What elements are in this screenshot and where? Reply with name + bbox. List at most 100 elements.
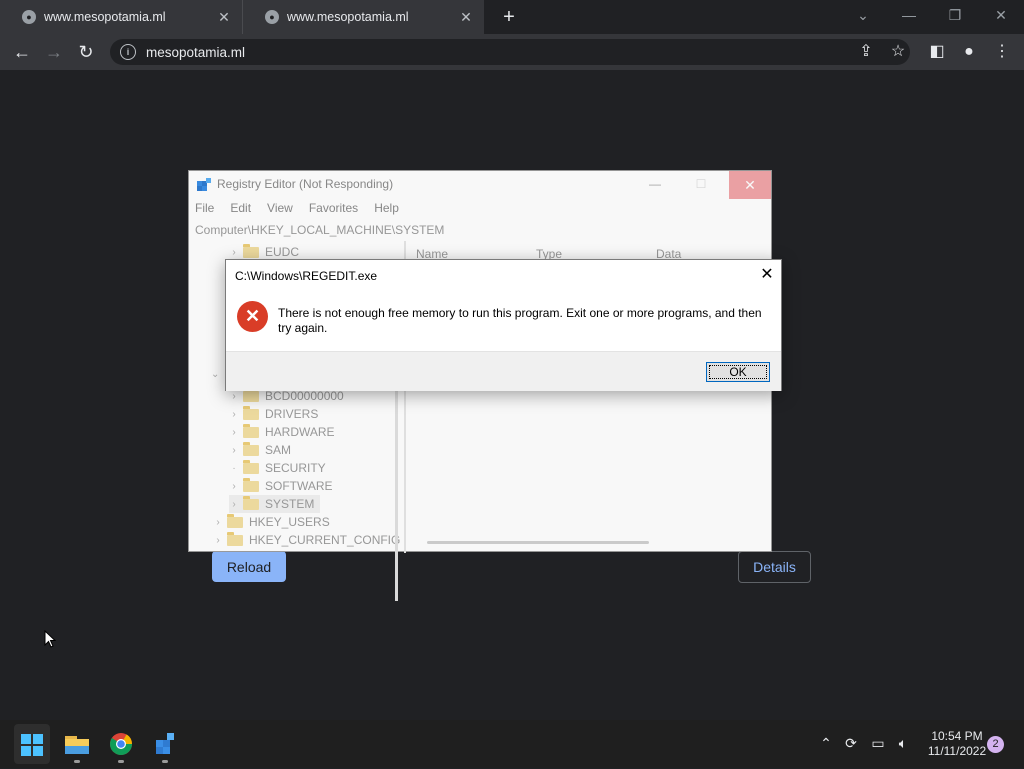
regedit-menubar: File Edit View Favorites Help — [189, 201, 771, 219]
folder-icon — [243, 423, 259, 438]
chevron-right-icon[interactable]: › — [229, 445, 239, 456]
dialog-message-line2: try again. — [278, 321, 328, 335]
chevron-right-icon[interactable]: › — [213, 535, 223, 546]
bookmark-star-icon[interactable]: ☆ — [887, 41, 909, 63]
chevron-right-icon[interactable]: › — [229, 391, 239, 402]
error-dialog: C:\Windows\REGEDIT.exe ✕ ✕ There is not … — [225, 259, 782, 391]
folder-icon — [243, 387, 259, 402]
details-button[interactable]: Details — [738, 551, 811, 583]
dialog-close-button[interactable]: ✕ — [756, 265, 778, 285]
tree-item-security[interactable]: · SECURITY — [229, 459, 326, 477]
tree-item-hkey-users[interactable]: › HKEY_USERS — [213, 513, 330, 531]
tree-item-label: HKEY_CURRENT_CONFIG — [249, 533, 401, 547]
menu-help[interactable]: Help — [374, 201, 399, 219]
folder-icon — [243, 243, 259, 258]
chevron-right-icon[interactable]: › — [213, 517, 223, 528]
regedit-icon — [156, 733, 174, 754]
tree-item-label: SAM — [265, 443, 292, 457]
chevron-right-icon[interactable]: › — [229, 481, 239, 492]
clock-date: 11/11/2022 — [927, 744, 987, 758]
tab-2[interactable]: ● www.mesopotamia.ml ✕ — [242, 0, 484, 34]
tab-title: www.mesopotamia.ml — [287, 10, 409, 24]
menu-edit[interactable]: Edit — [230, 201, 251, 219]
forward-icon[interactable]: → — [42, 41, 66, 63]
dialog-footer: OK — [226, 351, 781, 391]
site-info-icon[interactable]: i — [120, 44, 136, 60]
running-indicator — [118, 760, 124, 763]
list-scrollbar[interactable] — [427, 541, 649, 544]
minimize-button[interactable]: — — [886, 0, 932, 34]
reload-icon[interactable]: ↻ — [74, 41, 98, 63]
folder-icon — [243, 441, 259, 456]
taskbar-clock[interactable]: 10:54 PM 11/11/2022 — [918, 729, 996, 759]
tree-item-label: DRIVERS — [265, 407, 319, 421]
menu-file[interactable]: File — [195, 201, 214, 219]
regedit-close-button[interactable]: ✕ — [729, 171, 771, 199]
tree-item-system[interactable]: › SYSTEM — [229, 495, 321, 513]
folder-icon — [227, 513, 243, 528]
chevron-right-icon[interactable]: › — [229, 247, 239, 258]
new-tab-button[interactable]: + — [498, 6, 520, 28]
tab-close-icon[interactable]: ✕ — [458, 9, 474, 25]
tree-connector: · — [232, 462, 236, 474]
chevron-right-icon[interactable]: › — [229, 409, 239, 420]
tree-item-label: SECURITY — [265, 461, 326, 475]
dialog-message-line1: There is not enough free memory to run t… — [278, 306, 762, 320]
notification-badge[interactable]: 2 — [987, 736, 1004, 753]
folder-icon — [243, 495, 259, 510]
chevron-up-icon[interactable]: ⌃ — [818, 735, 834, 752]
tree-item-hardware[interactable]: › HARDWARE — [229, 423, 335, 441]
mouse-cursor-icon — [44, 630, 56, 648]
chevron-right-icon[interactable]: › — [229, 499, 239, 510]
tree-item-hkey-current-config[interactable]: › HKEY_CURRENT_CONFIG — [213, 531, 400, 549]
address-url: mesopotamia.ml — [146, 44, 246, 60]
tree-item-software[interactable]: › SOFTWARE — [229, 477, 333, 495]
window-close-button[interactable]: ✕ — [978, 0, 1024, 34]
clock-time: 10:54 PM — [931, 729, 983, 743]
dialog-title: C:\Windows\REGEDIT.exe — [235, 269, 378, 283]
menu-view[interactable]: View — [267, 201, 293, 219]
regedit-minimize-button[interactable]: — — [645, 177, 665, 193]
tab-search-icon[interactable]: ⌄ — [840, 0, 886, 34]
folder-icon — [243, 405, 259, 420]
profile-icon[interactable]: ● — [958, 41, 980, 63]
folder-icon — [227, 531, 243, 546]
back-icon[interactable]: ← — [10, 41, 34, 63]
error-icon: ✕ — [237, 301, 268, 332]
tab-1[interactable]: ● www.mesopotamia.ml ✕ — [0, 0, 242, 34]
tab-title: www.mesopotamia.ml — [44, 10, 166, 24]
volume-icon[interactable]: 🔈︎ — [893, 735, 913, 752]
chevron-down-icon[interactable]: ⌄ — [211, 369, 219, 380]
regedit-maximize-button[interactable]: ☐ — [691, 177, 711, 193]
folder-icon — [243, 477, 259, 492]
file-explorer-button[interactable] — [59, 724, 95, 764]
side-panel-icon[interactable]: ◧ — [926, 41, 948, 63]
tree-item-drivers[interactable]: › DRIVERS — [229, 405, 318, 423]
restore-button[interactable]: ❐ — [932, 0, 978, 34]
chrome-button[interactable] — [103, 724, 139, 764]
address-bar[interactable]: i mesopotamia.ml — [110, 39, 910, 65]
regedit-address-bar[interactable]: Computer\HKEY_LOCAL_MACHINE\SYSTEM — [189, 223, 771, 239]
ok-button[interactable]: OK — [706, 362, 770, 382]
share-icon[interactable]: ⇪ — [855, 41, 877, 63]
regedit-taskbar-button[interactable] — [147, 724, 183, 764]
folder-icon — [65, 736, 89, 754]
chevron-right-icon[interactable]: › — [229, 427, 239, 438]
tree-item-label: SOFTWARE — [265, 479, 333, 493]
tree-item-label: HKEY_USERS — [249, 515, 330, 529]
globe-icon: ● — [265, 10, 279, 24]
network-icon[interactable]: ▭ — [868, 735, 888, 752]
tree-item-label: EUDC — [265, 245, 300, 259]
running-indicator — [162, 760, 168, 763]
more-menu-icon[interactable]: ⋮ — [991, 41, 1013, 63]
running-indicator — [74, 760, 80, 763]
menu-favorites[interactable]: Favorites — [309, 201, 358, 219]
tab-close-icon[interactable]: ✕ — [216, 9, 232, 25]
sync-icon[interactable]: ⟳ — [842, 735, 860, 752]
reload-button[interactable]: Reload — [212, 551, 286, 582]
folder-icon — [243, 459, 259, 474]
tree-item-label: BCD00000000 — [265, 389, 344, 403]
start-button[interactable] — [14, 724, 50, 764]
tree-item-sam[interactable]: › SAM — [229, 441, 291, 459]
tree-item-label: HARDWARE — [265, 425, 335, 439]
